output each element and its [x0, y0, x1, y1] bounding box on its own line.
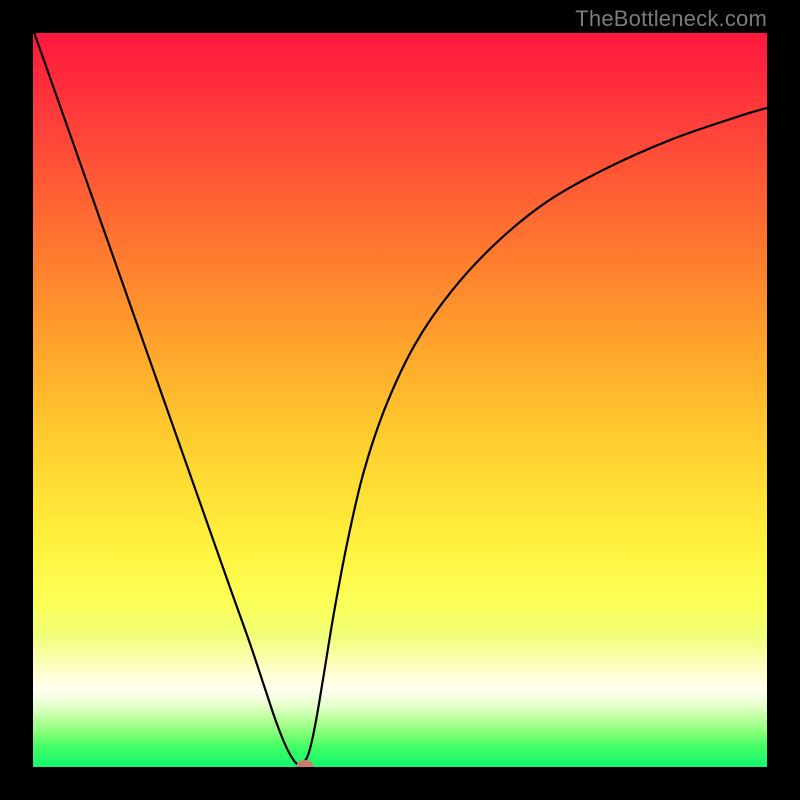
chart-frame: TheBottleneck.com: [0, 0, 800, 800]
optimum-marker: [296, 760, 313, 767]
curve-svg: [33, 33, 767, 767]
watermark-text: TheBottleneck.com: [575, 6, 767, 32]
plot-area: [33, 33, 767, 767]
bottleneck-curve: [33, 33, 767, 765]
